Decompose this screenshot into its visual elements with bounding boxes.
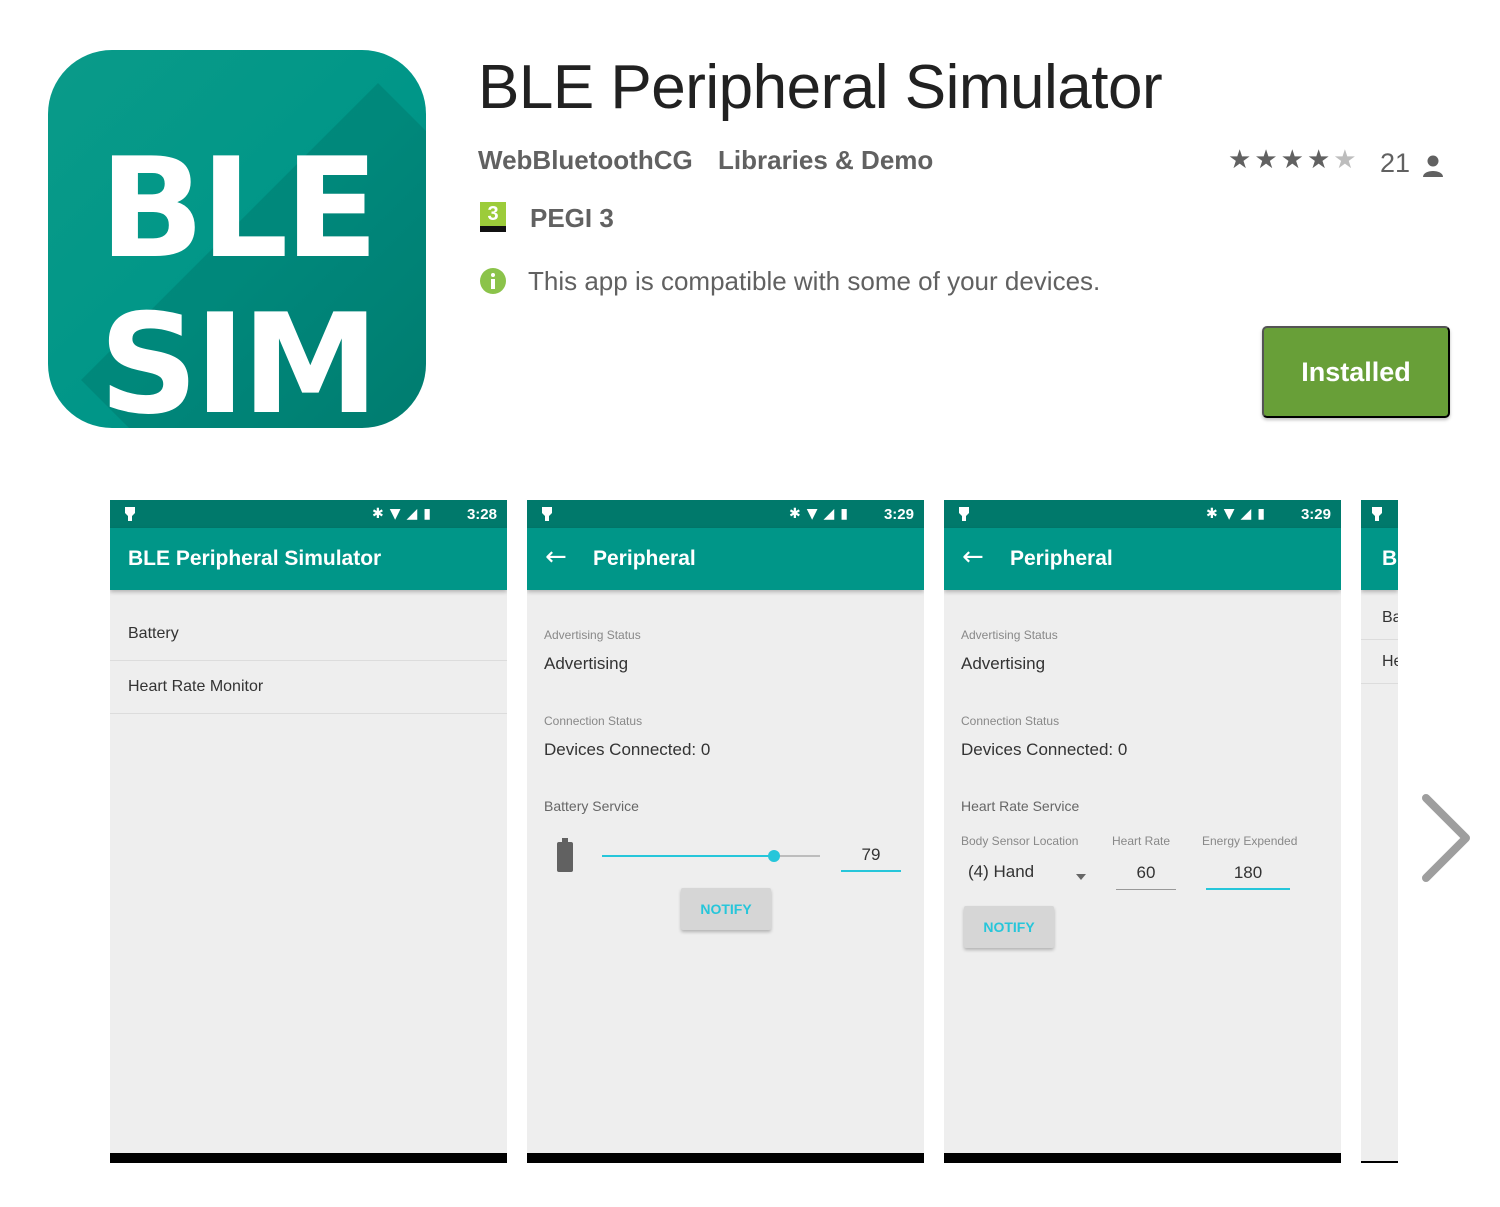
slider-thumb[interactable]	[768, 850, 781, 862]
list-item-heart-rate[interactable]: Heart Rate Monitor	[110, 661, 507, 714]
notification-icon	[125, 507, 135, 521]
status-time: 3:29	[1300, 506, 1331, 523]
star-icon: ★	[1228, 144, 1252, 174]
nav-bar	[110, 1153, 507, 1163]
info-icon	[480, 268, 506, 294]
peripheral-list: Battery Heart Rate Monitor	[110, 590, 507, 714]
heart-rate-caption: Heart Rate	[1112, 834, 1171, 848]
star-half-icon: ★	[1333, 144, 1357, 174]
body-sensor-location-caption: Body Sensor Location	[961, 834, 1079, 848]
nav-bar	[1361, 1161, 1398, 1163]
screenshot-1[interactable]: ✱▼◢▮ 3:28 BLE Peripheral Simulator Batte…	[110, 500, 507, 1163]
rating-count: 21	[1380, 148, 1411, 178]
list-item-battery[interactable]: Battery	[110, 608, 507, 661]
star-icon: ★	[1306, 144, 1331, 174]
icon-text-sim: SIM	[98, 284, 379, 429]
back-arrow-icon[interactable]: ←	[962, 542, 984, 572]
list-item[interactable]: He	[1361, 640, 1398, 684]
selected-location: (4) Hand	[968, 862, 1035, 881]
list-item[interactable]: Ba	[1361, 596, 1398, 640]
status-time: 3:29	[883, 506, 914, 523]
rating-stars: ★ ★ ★ ★ ★	[1228, 146, 1357, 172]
app-bar-title: Peripheral	[1010, 547, 1113, 570]
developer-link[interactable]: WebBluetoothCG	[478, 145, 693, 176]
notification-icon	[542, 507, 552, 521]
status-icons: ✱▼◢▮	[789, 506, 854, 522]
app-bar-title: Peripheral	[593, 547, 696, 570]
back-arrow-icon[interactable]: ←	[545, 542, 567, 572]
compatibility-message: This app is compatible with some of your…	[528, 266, 1101, 296]
icon-text-ble: BLE	[99, 128, 378, 289]
content-rating-label: PEGI 3	[530, 203, 614, 233]
app-bar: ← Peripheral	[944, 528, 1341, 590]
status-bar: ✱▼◢▮ 3:28	[110, 500, 507, 528]
battery-level-input[interactable]: 79	[841, 840, 901, 872]
advertising-status-value: Advertising	[961, 654, 1046, 673]
app-bar: BI	[1361, 528, 1398, 590]
connection-status-value: Devices Connected: 0	[544, 740, 711, 759]
app-icon: BLE SIM	[48, 50, 426, 428]
service-name: Heart Rate Service	[961, 798, 1080, 814]
advertising-status-caption: Advertising Status	[544, 628, 641, 642]
nav-bar	[527, 1153, 924, 1163]
screenshot-4-partial[interactable]: BI Ba He	[1361, 500, 1398, 1163]
app-bar: ← Peripheral	[527, 528, 924, 590]
advertising-status-value: Advertising	[544, 654, 629, 673]
app-bar: BLE Peripheral Simulator	[110, 528, 507, 590]
energy-expended-caption: Energy Expended	[1202, 834, 1298, 848]
status-icons: ✱▼◢▮	[372, 506, 437, 522]
app-bar-title: BLE Peripheral Simulator	[128, 547, 382, 570]
star-icon: ★	[1280, 144, 1304, 174]
service-name: Battery Service	[544, 798, 639, 814]
status-bar: ✱▼◢▮ 3:29	[944, 500, 1341, 528]
notification-icon	[1372, 507, 1382, 521]
notify-button[interactable]: NOTIFY	[964, 906, 1054, 948]
star-icon: ★	[1254, 144, 1278, 174]
dropdown-caret-icon	[1076, 874, 1086, 880]
heart-rate-input[interactable]: 60	[1116, 858, 1176, 890]
status-bar: ✱▼◢▮ 3:29	[527, 500, 924, 528]
energy-expended-input[interactable]: 180	[1206, 858, 1290, 890]
screenshot-3[interactable]: ✱▼◢▮ 3:29 ← Peripheral Advertising Statu…	[944, 500, 1341, 1163]
battery-slider[interactable]	[602, 850, 820, 862]
advertising-status-caption: Advertising Status	[961, 628, 1058, 642]
battery-icon	[557, 838, 573, 872]
connection-status-value: Devices Connected: 0	[961, 740, 1128, 759]
slider-fill	[602, 855, 775, 857]
nav-bar	[944, 1153, 1341, 1163]
app-title: BLE Peripheral Simulator	[478, 53, 1163, 122]
notify-button[interactable]: NOTIFY	[681, 888, 771, 930]
installed-button[interactable]: Installed	[1262, 326, 1450, 418]
peripheral-list: Ba He	[1361, 590, 1398, 684]
status-icons: ✱▼◢▮	[1206, 506, 1271, 522]
pegi-number: 3	[480, 202, 506, 226]
body-sensor-location-select[interactable]: (4) Hand	[968, 862, 1090, 892]
category-link[interactable]: Libraries & Demo	[718, 145, 933, 176]
status-bar	[1361, 500, 1398, 528]
connection-status-caption: Connection Status	[961, 714, 1060, 728]
person-icon	[1423, 155, 1443, 177]
connection-status-caption: Connection Status	[544, 714, 643, 728]
app-bar-title: BI	[1382, 547, 1398, 570]
notification-icon	[959, 507, 969, 521]
chevron-right-icon[interactable]	[1418, 790, 1478, 890]
screenshot-2[interactable]: ✱▼◢▮ 3:29 ← Peripheral Advertising Statu…	[527, 500, 924, 1163]
pegi-rating-icon: 3	[480, 202, 506, 232]
status-time: 3:28	[466, 506, 497, 523]
